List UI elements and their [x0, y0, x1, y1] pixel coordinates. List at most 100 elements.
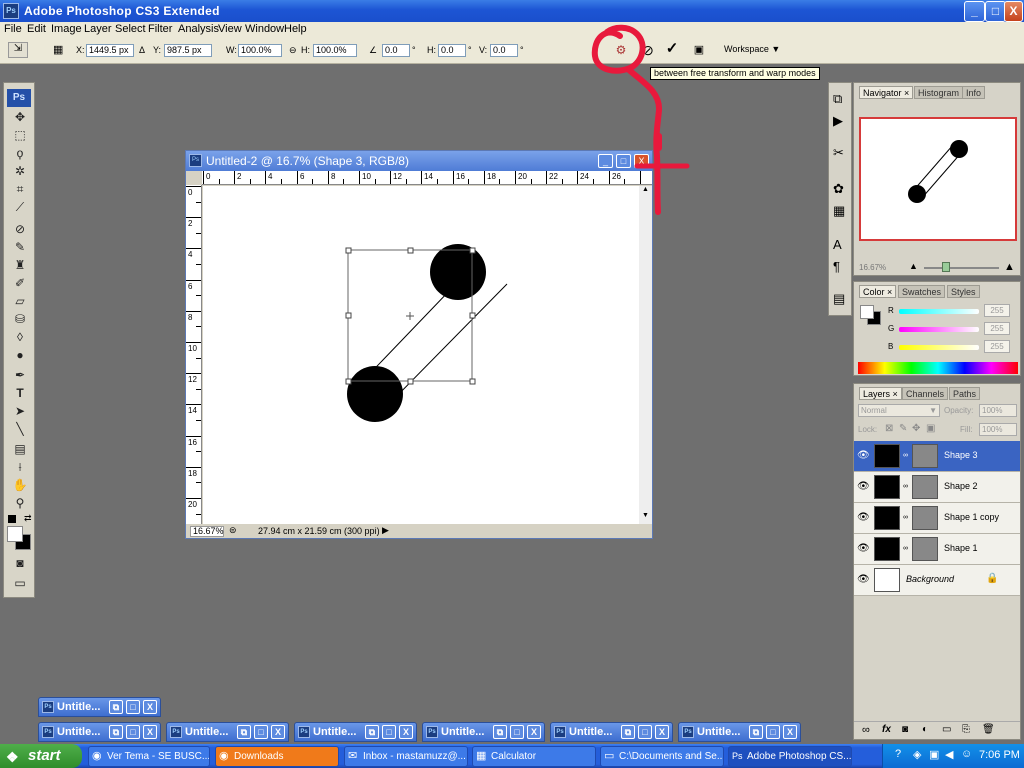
restore-icon[interactable]: ⧉	[109, 725, 123, 739]
eraser-tool-icon[interactable]: ▱	[10, 293, 30, 309]
minimized-document[interactable]: Ps Untitle... ⧉ □ X	[38, 697, 161, 717]
visibility-eye-icon[interactable]: 👁	[857, 543, 870, 555]
maximize-icon[interactable]: □	[126, 700, 140, 714]
maximize-icon[interactable]: □	[254, 725, 268, 739]
start-button[interactable]: ❖ start	[0, 744, 82, 768]
history-brush-tool-icon[interactable]: ✐	[10, 275, 30, 291]
menu-analysis[interactable]: Analysis	[178, 23, 219, 35]
x-field[interactable]: 1449.5 px	[86, 44, 134, 57]
y-field[interactable]: 987.5 px	[164, 44, 212, 57]
menu-view[interactable]: View	[218, 23, 242, 35]
red-value[interactable]: 255	[984, 304, 1010, 317]
close-icon[interactable]: X	[143, 725, 157, 739]
document-title-bar[interactable]: Ps Untitled-2 @ 16.7% (Shape 3, RGB/8) _…	[186, 151, 652, 171]
maximize-icon[interactable]: □	[382, 725, 396, 739]
layer-row[interactable]: 👁 ∞ Shape 3	[854, 441, 1020, 472]
taskbar-item[interactable]: Ps Adobe Photoshop CS...	[728, 746, 852, 767]
path-selection-tool-icon[interactable]: ➤	[10, 403, 30, 419]
visibility-eye-icon[interactable]: 👁	[857, 450, 870, 462]
maximize-icon[interactable]: □	[510, 725, 524, 739]
transform-handle[interactable]	[469, 378, 476, 385]
layer-style-icon[interactable]: fx	[882, 724, 891, 735]
width-field[interactable]: 100.0%	[238, 44, 282, 57]
brush-tool-icon[interactable]: ✎	[10, 239, 30, 255]
menu-select[interactable]: Select	[115, 23, 146, 35]
toolbox-logo[interactable]: Ps	[7, 89, 31, 107]
notes-tool-icon[interactable]: ▤	[10, 441, 30, 457]
minimized-document[interactable]: Ps Untitle... ⧉ □ X	[550, 722, 673, 742]
transform-handle[interactable]	[407, 247, 414, 254]
restore-icon[interactable]: ⧉	[493, 725, 507, 739]
close-icon[interactable]: X	[655, 725, 669, 739]
clone-source-icon[interactable]: ▦	[833, 203, 845, 219]
vertical-scrollbar[interactable]: ▲ ▼	[639, 186, 652, 524]
tool-presets-icon[interactable]: ✂	[833, 145, 844, 161]
delta-icon[interactable]: Δ	[139, 45, 145, 55]
menu-edit[interactable]: Edit	[27, 23, 46, 35]
lock-position-icon[interactable]: ✥	[912, 423, 920, 434]
maximize-button[interactable]: □	[985, 1, 1006, 22]
lock-transparent-icon[interactable]: ⊠	[885, 423, 893, 434]
blue-value[interactable]: 255	[984, 340, 1010, 353]
dodge-tool-icon[interactable]: ●	[10, 347, 30, 363]
help-icon[interactable]: ?	[895, 748, 901, 760]
visibility-eye-icon[interactable]: 👁	[857, 481, 870, 493]
transform-tool-icon[interactable]: ⇲	[8, 42, 28, 58]
paint-bucket-tool-icon[interactable]: ⛁	[10, 311, 30, 327]
transform-handle[interactable]	[345, 312, 352, 319]
delete-layer-icon[interactable]: 🗑	[982, 724, 995, 735]
transform-handle[interactable]	[469, 312, 476, 319]
layer-name[interactable]: Shape 3	[944, 450, 978, 460]
zoom-slider-thumb[interactable]	[942, 262, 950, 272]
workspace-button[interactable]: Workspace ▼	[718, 42, 786, 57]
move-tool-icon[interactable]: ✥	[10, 109, 30, 125]
menu-file[interactable]: File	[4, 23, 22, 35]
angle-field[interactable]: 0.0	[382, 44, 410, 57]
menu-image[interactable]: Image	[51, 23, 82, 35]
add-mask-icon[interactable]: ◙	[902, 724, 908, 735]
taskbar-item[interactable]: ◉ Ver Tema - SE BUSC...	[88, 746, 210, 767]
minimized-document[interactable]: Ps Untitle... ⧉ □ X	[38, 722, 161, 742]
height-field[interactable]: 100.0%	[313, 44, 357, 57]
restore-icon[interactable]: ⧉	[365, 725, 379, 739]
layer-name[interactable]: Shape 2	[944, 481, 978, 491]
link-layers-icon[interactable]: ∞	[862, 724, 870, 736]
blue-slider[interactable]	[899, 345, 979, 350]
history-panel-icon[interactable]: ⧉	[833, 91, 842, 107]
restore-icon[interactable]: ⧉	[621, 725, 635, 739]
restore-icon[interactable]: ⧉	[109, 700, 123, 714]
messenger-icon[interactable]: ☺	[961, 748, 972, 760]
menu-help[interactable]: Help	[284, 23, 307, 35]
vskew-field[interactable]: 0.0	[490, 44, 518, 57]
character-panel-icon[interactable]: A	[833, 237, 842, 252]
close-icon[interactable]: X	[783, 725, 797, 739]
tab-info[interactable]: Info	[962, 86, 986, 99]
canvas[interactable]	[203, 186, 639, 524]
zoom-field[interactable]: 16.67%	[190, 526, 224, 537]
new-layer-icon[interactable]: ⎘	[962, 724, 970, 735]
close-button[interactable]: X	[1004, 1, 1023, 22]
minimize-button[interactable]: _	[964, 1, 985, 22]
close-icon[interactable]: X	[399, 725, 413, 739]
maximize-icon[interactable]: □	[766, 725, 780, 739]
foreground-color-swatch[interactable]	[7, 526, 23, 542]
fill-field[interactable]: 100%	[979, 423, 1017, 436]
zoom-tool-icon[interactable]: ⚲	[10, 495, 30, 511]
taskbar-item[interactable]: ▦ Calculator	[472, 746, 596, 767]
menu-layer[interactable]: Layer	[84, 23, 112, 35]
hskew-field[interactable]: 0.0	[438, 44, 466, 57]
magic-wand-tool-icon[interactable]: ✲	[10, 163, 30, 179]
tab-paths[interactable]: Paths	[949, 387, 981, 400]
line-tool-icon[interactable]: ╲	[10, 421, 30, 437]
zoom-out-icon[interactable]: ▲	[909, 261, 918, 271]
scroll-down-icon[interactable]: ▼	[640, 512, 651, 523]
paragraph-panel-icon[interactable]: ¶	[833, 259, 840, 274]
zoom-in-icon[interactable]: ▲	[1004, 261, 1015, 273]
layer-name[interactable]: Background	[906, 574, 954, 584]
foreground-color-swatch[interactable]	[860, 305, 874, 319]
minimized-document[interactable]: Ps Untitle... ⧉ □ X	[678, 722, 801, 742]
transform-handle[interactable]	[469, 247, 476, 254]
minimized-document[interactable]: Ps Untitle... ⧉ □ X	[422, 722, 545, 742]
lasso-tool-icon[interactable]: ϙ	[10, 145, 30, 161]
transform-center-icon[interactable]	[406, 312, 414, 320]
